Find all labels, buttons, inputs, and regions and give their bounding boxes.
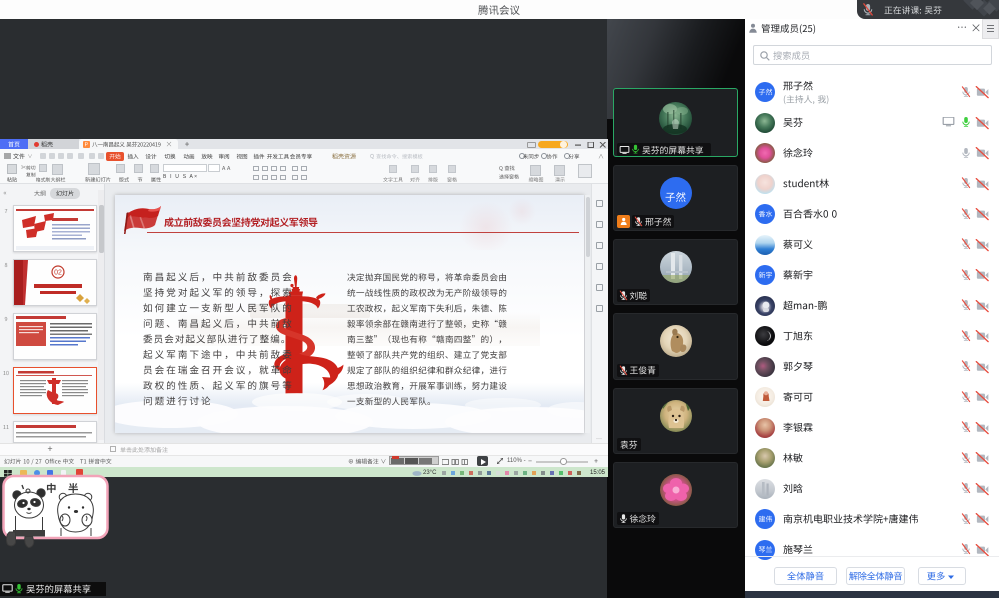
svg-text:02: 02	[54, 270, 62, 277]
